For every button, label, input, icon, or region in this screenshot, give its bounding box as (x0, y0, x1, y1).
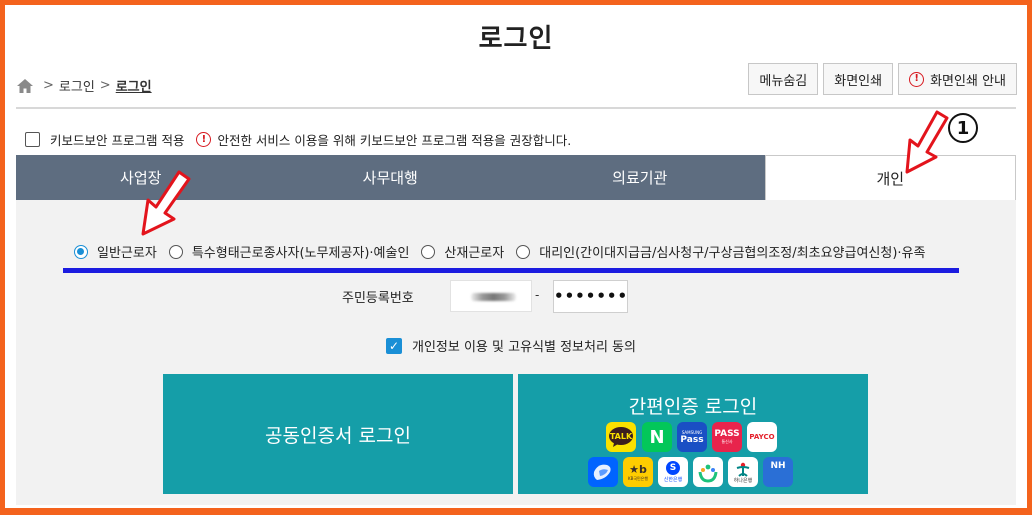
samsung-pass-icon[interactable]: SAMSUNG Pass (677, 422, 707, 452)
breadcrumb: > 로그인 > 로그인 (16, 76, 152, 95)
kb-sub-text: KB국민은행 (627, 475, 649, 481)
login-panel: 일반근로자 특수형태근로종사자(노무제공자)·예술인 산재근로자 대리인(간이대… (16, 200, 1016, 505)
kb-text: ★b (629, 462, 647, 476)
naver-text: N (649, 426, 665, 448)
hana-sub-text: 하나은행 (733, 477, 753, 484)
consent-checkbox[interactable]: ✓ (386, 337, 402, 354)
keyboard-security-label[interactable]: 키보드보안 프로그램 적용 (50, 130, 184, 149)
top-toolbar: 메뉴숨김 화면인쇄 ! 화면인쇄 안내 (748, 63, 1017, 95)
rrn-back-input[interactable]: ••••••• (553, 280, 628, 313)
payco-text: PAYCO (749, 433, 775, 441)
divider (16, 107, 1016, 109)
tab-agency[interactable]: 사무대행 (265, 155, 515, 200)
pass-sub-text: 통신사 (721, 439, 733, 444)
page-title: 로그인 (478, 24, 554, 54)
hide-menu-label: 메뉴숨김 (759, 73, 808, 89)
print-button[interactable]: 화면인쇄 (823, 63, 894, 95)
banksalad-icon[interactable] (693, 457, 723, 487)
toss-icon[interactable] (588, 457, 618, 487)
keyboard-notice-text: 안전한 서비스 이용을 위해 키보드보안 프로그램 적용을 권장합니다. (217, 133, 572, 148)
radio-button[interactable] (168, 244, 183, 259)
pass-icon[interactable]: PASS 통신사 (712, 422, 742, 452)
tab-label: 의료기관 (612, 169, 668, 187)
print-guide-label: 화면인쇄 안내 (930, 73, 1006, 89)
radio-label: 일반근로자 (97, 246, 157, 261)
rrn-separator: - (535, 288, 540, 302)
consent-label[interactable]: 개인정보 이용 및 고유식별 정보처리 동의 (412, 336, 636, 355)
radio-button[interactable] (516, 244, 531, 259)
tab-label: 사무대행 (362, 169, 418, 187)
annotation-arrow-right (905, 110, 949, 174)
radio-general-worker[interactable]: 일반근로자 (74, 242, 157, 261)
hide-menu-button[interactable]: 메뉴숨김 (748, 63, 819, 95)
payco-icon[interactable]: PAYCO (747, 422, 777, 452)
home-icon[interactable] (16, 78, 34, 94)
annotation-number-badge: 1 (948, 113, 978, 143)
certificate-login-button[interactable]: 공동인증서 로그인 (163, 374, 513, 494)
radio-label: 산재근로자 (444, 246, 505, 261)
radio-label: 대리인(간이대지급금/심사청구/구상금협의조정/최초요양급여신청)·유족 (539, 246, 926, 261)
redacted-value (471, 293, 516, 301)
radio-button[interactable] (421, 244, 436, 259)
samsung-pass-text: Pass (680, 434, 704, 445)
rrn-front-input[interactable] (450, 280, 532, 312)
chevron-right-icon: > (99, 78, 111, 93)
radio-label: 특수형태근로종사자(노무제공자)·예술인 (191, 246, 410, 261)
easy-auth-login-button[interactable]: 간편인증 로그인 TALK N SAMSUNG Pass PASS 통신사 PA… (518, 374, 868, 494)
radio-button[interactable] (74, 244, 88, 259)
highlight-underline (63, 268, 959, 273)
kb-bank-icon[interactable]: ★b KB국민은행 (623, 457, 653, 487)
print-guide-button[interactable]: ! 화면인쇄 안내 (898, 63, 1017, 95)
user-type-radio-group: 일반근로자 특수형태근로종사자(노무제공자)·예술인 산재근로자 대리인(간이대… (74, 242, 925, 261)
radio-special-worker[interactable]: 특수형태근로종사자(노무제공자)·예술인 (168, 242, 410, 261)
kakao-talk-text: TALK (609, 432, 633, 441)
pass-text: PASS (714, 429, 740, 439)
shinhan-sub-text: 신한은행 (663, 477, 683, 483)
breadcrumb-item-login[interactable]: 로그인 (59, 76, 95, 95)
print-label: 화면인쇄 (834, 73, 883, 89)
keyboard-security-checkbox[interactable] (25, 132, 40, 147)
keyboard-security-row: 키보드보안 프로그램 적용 ! 안전한 서비스 이용을 위해 키보드보안 프로그… (25, 130, 571, 149)
chevron-right-icon: > (43, 78, 54, 93)
rrn-label: 주민등록번호 (342, 291, 414, 306)
breadcrumb-current[interactable]: 로그인 (116, 76, 152, 95)
annotation-arrow-left (141, 170, 191, 236)
shinhan-logo: S (666, 461, 680, 475)
radio-injured-worker[interactable]: 산재근로자 (421, 242, 504, 261)
keyboard-security-notice: ! 안전한 서비스 이용을 위해 키보드보안 프로그램 적용을 권장합니다. (196, 130, 571, 149)
easy-auth-title: 간편인증 로그인 (628, 396, 758, 418)
hana-bank-icon[interactable]: 하나은행 (728, 457, 758, 487)
nh-bank-icon[interactable]: NH (763, 457, 793, 487)
alert-icon: ! (196, 132, 212, 147)
alert-icon: ! (909, 71, 925, 87)
tab-medical[interactable]: 의료기관 (515, 155, 765, 200)
naver-icon[interactable]: N (642, 422, 672, 452)
certificate-login-label: 공동인증서 로그인 (265, 424, 411, 447)
tab-individual[interactable]: 개인 (764, 155, 1016, 200)
radio-proxy[interactable]: 대리인(간이대지급금/심사청구/구상금협의조정/최초요양급여신청)·유족 (516, 242, 925, 261)
kakao-talk-icon[interactable]: TALK (606, 422, 636, 452)
nh-text: NH (770, 461, 786, 471)
consent-row: ✓ 개인정보 이용 및 고유식별 정보처리 동의 (386, 336, 636, 355)
shinhan-bank-icon[interactable]: S 신한은행 (658, 457, 688, 487)
